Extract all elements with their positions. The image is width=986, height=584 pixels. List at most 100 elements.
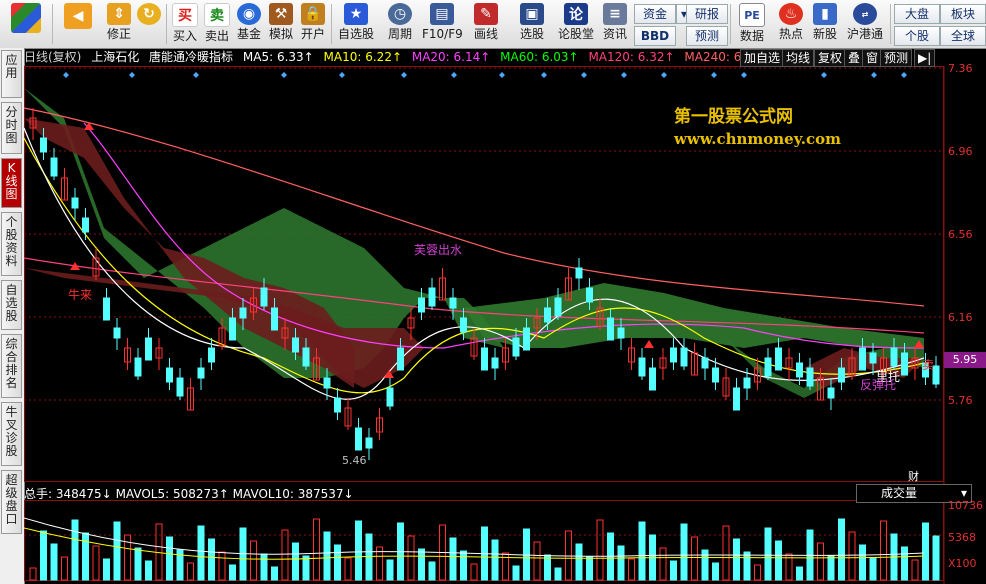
candle-body: [334, 397, 341, 413]
stock-button[interactable]: 个股: [894, 26, 940, 46]
fund-button[interactable]: ◉ 基金: [234, 3, 264, 45]
kline-chart[interactable]: [24, 48, 986, 584]
volume-bar: [932, 535, 940, 581]
forum-button[interactable]: 论 论股堂: [556, 3, 596, 45]
overlay-button[interactable]: 叠: [844, 49, 865, 67]
candle-body: [113, 327, 121, 339]
f10-icon: ▤: [430, 3, 454, 25]
select-stock-icon: ▣: [520, 3, 544, 25]
indicator-name[interactable]: 唐能通冷暖指标: [149, 50, 233, 64]
fund-icon: ◉: [237, 3, 261, 25]
select-stock-button[interactable]: ▣ 选股: [512, 3, 552, 45]
event-marker: [541, 72, 547, 78]
period-button[interactable]: ◷ 周期: [380, 3, 420, 45]
bbd-button[interactable]: BBD: [634, 26, 676, 46]
volume-bar: [764, 527, 772, 581]
news-button[interactable]: ≡ 资讯: [598, 3, 632, 45]
sidebar-item-watchlist[interactable]: 自选股: [1, 280, 22, 330]
volume-bar: [407, 535, 415, 581]
sidebar-item-diagnosis[interactable]: 牛叉诊股: [1, 402, 22, 466]
volume-bar: [92, 545, 100, 581]
menu-button[interactable]: [6, 3, 46, 45]
volume-bar: [250, 540, 257, 581]
sector-button[interactable]: 板块: [940, 4, 986, 24]
volume-bar: [817, 542, 824, 581]
window-button[interactable]: 窗: [862, 49, 883, 67]
adjust-button[interactable]: 复权: [814, 49, 847, 67]
hot-button[interactable]: ♨ 热点: [774, 3, 808, 45]
candle-body: [239, 307, 247, 319]
sell-button[interactable]: 卖 卖出: [202, 3, 232, 45]
sidebar-item-timeshare[interactable]: 分时图: [1, 102, 22, 154]
candle-body: [712, 367, 719, 383]
back-arrow-icon: ◀: [64, 3, 92, 29]
sidebar-item-apps[interactable]: 应用: [1, 50, 22, 98]
candle-body: [82, 217, 89, 233]
pe-data-icon: PE: [739, 3, 765, 27]
candle-body: [50, 157, 58, 177]
candle-body: [617, 327, 625, 339]
global-button[interactable]: 全球: [940, 26, 986, 46]
add-watch-button[interactable]: 加自选: [740, 49, 785, 67]
candle-body: [764, 357, 772, 377]
mavol10-line: [24, 527, 925, 560]
buy-button[interactable]: 买 买入: [170, 3, 200, 45]
watchlist-button[interactable]: ★ 自选股: [334, 3, 378, 45]
candle-body: [134, 357, 142, 377]
hk-connect-button[interactable]: ⇄ 沪港通: [844, 3, 886, 45]
volume-bar: [428, 561, 436, 581]
volume-bar: [617, 545, 625, 581]
price-axis-label: 6.56: [948, 228, 973, 241]
sidebar-item-kline[interactable]: K线图: [1, 158, 22, 208]
draw-line-button[interactable]: ✎ 画线: [466, 3, 506, 45]
open-account-button[interactable]: 🔒 开户: [298, 3, 328, 45]
volume-axis-unit: X100: [948, 557, 977, 570]
watermark-url: www.chnmoney.com: [674, 130, 841, 148]
forecast-button[interactable]: 预测: [686, 26, 728, 46]
correct-button[interactable]: ⇕ 修正: [102, 3, 136, 45]
candle-body: [544, 307, 551, 323]
mavol10-value: MAVOL10: 387537↓: [232, 487, 354, 501]
candle-body: [323, 377, 331, 389]
volume-bar: [596, 519, 604, 581]
candle-body: [649, 367, 656, 391]
volume-bar: [722, 525, 730, 581]
refresh-button[interactable]: ↻: [134, 3, 164, 45]
volume-bar: [355, 520, 362, 581]
predict-button[interactable]: 预测: [880, 49, 913, 67]
event-marker: [871, 72, 877, 78]
sidebar-item-profile[interactable]: 个股资料: [1, 212, 22, 276]
new-stock-button[interactable]: ▮ 新股: [808, 3, 842, 45]
data-button[interactable]: PE 数据: [734, 3, 770, 45]
ma10-value: MA10: 6.22↑: [323, 50, 403, 64]
pin-button[interactable]: ▶|: [914, 49, 936, 67]
volume-bar: [512, 565, 520, 581]
kline-chart-area[interactable]: 日线(复权) 上海石化 唐能通冷暖指标 MA5: 6.33↑ MA10: 6.2…: [24, 48, 986, 584]
candle-body: [554, 297, 562, 317]
ma60-value: MA60: 6.03↑: [500, 50, 579, 64]
volume-bar: [113, 521, 121, 581]
back-button[interactable]: ◀: [60, 3, 96, 45]
candle-body: [827, 387, 835, 399]
volume-bar: [386, 559, 394, 581]
volume-bar: [187, 562, 194, 581]
market-button[interactable]: 大盘: [894, 4, 940, 24]
candle-body: [460, 317, 467, 333]
simulate-button[interactable]: ⚒ 模拟: [266, 3, 296, 45]
research-button[interactable]: 研报: [686, 4, 728, 24]
period-label[interactable]: 日线(复权): [24, 50, 81, 64]
f10-button[interactable]: ▤ F10/F9: [422, 3, 463, 45]
annotation-low-price: 5.46: [342, 454, 367, 467]
event-marker: [193, 72, 199, 78]
candle-body: [208, 347, 215, 363]
candle-body: [355, 427, 362, 451]
sidebar-item-super-book[interactable]: 超级盘口: [1, 470, 22, 534]
event-marker: [401, 72, 407, 78]
volume-bar: [659, 547, 667, 581]
fund-flow-button[interactable]: 资金: [634, 4, 676, 24]
sidebar-item-ranking[interactable]: 综合排名: [1, 334, 22, 398]
candle-body: [607, 317, 614, 341]
ma-line-button[interactable]: 均线: [782, 49, 815, 67]
event-marker: [661, 72, 667, 78]
volume-bar: [418, 548, 425, 581]
